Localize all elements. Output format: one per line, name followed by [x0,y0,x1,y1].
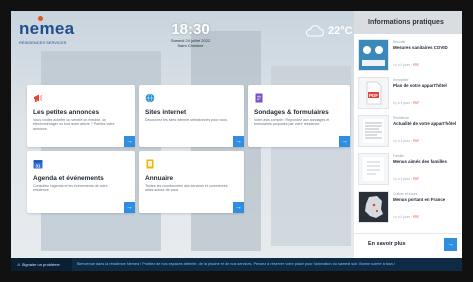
tile-title: Annuaire [145,175,174,182]
svg-text:31: 31 [35,163,41,168]
kiosk-screen: nemea RÉSIDENCES SERVICES 18:30 Samedi 2… [11,11,462,271]
temperature: 22°C [328,25,353,37]
doc-date: il y a 4 jours [393,101,411,105]
form-icon [255,93,263,103]
doc-category: Sécurité [393,40,406,44]
clock: 18:30 Samedi 24 juillet 2022 Saint Chris… [163,21,218,48]
report-problem-button[interactable]: ⚠ Signaler un problème [11,258,72,271]
doc-date: il y a 4 jours [393,177,411,181]
doc-thumbnail [358,153,389,185]
doc-date: il y a 4 jours [393,215,411,219]
doc-badge: PDF [412,101,420,105]
tile-description: Toutes les coordonnées des services et c… [145,184,228,193]
tile-title: Agenda et événements [33,175,104,182]
calendar-icon: 31 [33,160,43,169]
more-info-row[interactable]: En savoir plus → [354,233,462,254]
doc-category: Culture et loisirs [393,192,418,196]
tile-arrow-button[interactable]: → [339,136,350,147]
sidebar-title: Informations pratiques [368,19,444,26]
doc-badge: PDF [412,139,420,143]
device-bezel: nemea RÉSIDENCES SERVICES 18:30 Samedi 2… [0,0,473,282]
covid-icon [362,46,385,66]
tile-arrow-button[interactable]: → [124,136,135,147]
news-ticker: Bienvenue dans la résidence Nemea ! Prof… [77,262,396,266]
tile-arrow-button[interactable]: → [233,136,244,147]
doc-name: Menus aimés des familles [393,159,447,164]
document-icon [363,119,384,143]
doc-badge: PDF [412,177,420,181]
doc-badge: PDF [412,215,420,219]
doc-thumbnail [358,191,389,223]
france-map-icon [365,196,383,218]
logo-subtitle: RÉSIDENCES SERVICES [19,40,67,45]
menu-card-icon [363,157,384,181]
tile-arrow-button[interactable]: → [124,202,135,213]
tile-title: Les petites annonces [33,109,100,116]
weather-widget: 22°C [304,25,353,37]
cloud-icon [305,25,324,37]
doc-thumbnail [358,115,389,147]
doc-meta: il y a 4 jours · PDF [393,101,420,105]
doc-item[interactable]: PDF Immobilier Plan de votre appart'hôte… [358,75,462,111]
doc-meta: il y a 4 jours · PDF [393,63,420,67]
doc-thumbnail: PDF [358,77,389,109]
doc-item[interactable]: Famille Menus aimés des familles il y a … [358,151,462,187]
tile-annuaire[interactable]: Annuaire Toutes les coordonnées des serv… [139,151,244,213]
tile-description: Vous voulez acheter ou vendre un meuble,… [33,118,115,131]
doc-meta: il y a 4 jours · PDF [393,177,420,181]
logo-dot [38,16,43,21]
nemea-logo: nemea RÉSIDENCES SERVICES [19,16,75,45]
tile-agenda-evenements[interactable]: 31 Agenda et événements Consultez l'agen… [27,151,135,213]
doc-thumbnail [358,39,389,71]
doc-item[interactable]: Culture et loisirs Menus portant en Fran… [358,189,462,225]
doc-meta: il y a 4 jours · PDF [393,139,420,143]
phonebook-icon [146,159,154,169]
more-info-label: En savoir plus [368,241,406,247]
logo-text: nemea [19,19,75,38]
doc-name: Actualité de votre appart'hôtel [393,121,457,126]
tile-description: Consultez l'agenda et les événements de … [33,184,108,193]
clock-saint: Saint Christine [177,43,204,48]
sidebar-informations-pratiques: Informations pratiques Sécurité Mesures … [354,11,462,271]
tile-description: Découvrez les sites internet sélectionné… [145,118,228,122]
doc-name: Menus portant en France [393,197,446,202]
globe-icon [145,93,155,103]
svg-text:PDF: PDF [369,93,378,98]
pdf-icon: PDF [366,81,382,105]
tile-title: Sites internet [145,109,187,116]
doc-item[interactable]: Résidence Actualité de votre appart'hôte… [358,113,462,149]
doc-name: Mesures sanitaires COVID [393,45,448,50]
doc-category: Immobilier [393,78,409,82]
more-info-arrow-button[interactable]: → [444,238,457,251]
tile-sondages-formulaires[interactable]: Sondages & formulaires Votre avis compte… [248,85,350,147]
doc-meta: il y a 4 jours · PDF [393,215,420,219]
doc-badge: PDF [412,63,420,67]
doc-category: Famille [393,154,404,158]
sidebar-header: Informations pratiques [354,11,462,34]
doc-category: Résidence [393,116,410,120]
tile-title: Sondages & formulaires [254,109,329,116]
tile-description: Votre avis compte ! Répondez aux sondage… [254,118,330,127]
tile-sites-internet[interactable]: Sites internet Découvrez les sites inter… [139,85,244,147]
clock-time: 18:30 [171,21,210,38]
tile-arrow-button[interactable]: → [233,202,244,213]
megaphone-icon [34,94,43,102]
doc-date: il y a 4 jours [393,63,411,67]
doc-item[interactable]: Sécurité Mesures sanitaires COVID il y a… [358,37,462,73]
footer-bar: ⚠ Signaler un problème Bienvenue dans la… [11,258,462,271]
report-problem-label: Signaler un problème [21,262,60,267]
tile-petites-annonces[interactable]: Les petites annonces Vous voulez acheter… [27,85,135,147]
doc-name: Plan de votre appart'hôtel [393,83,447,88]
doc-date: il y a 4 jours [393,139,411,143]
